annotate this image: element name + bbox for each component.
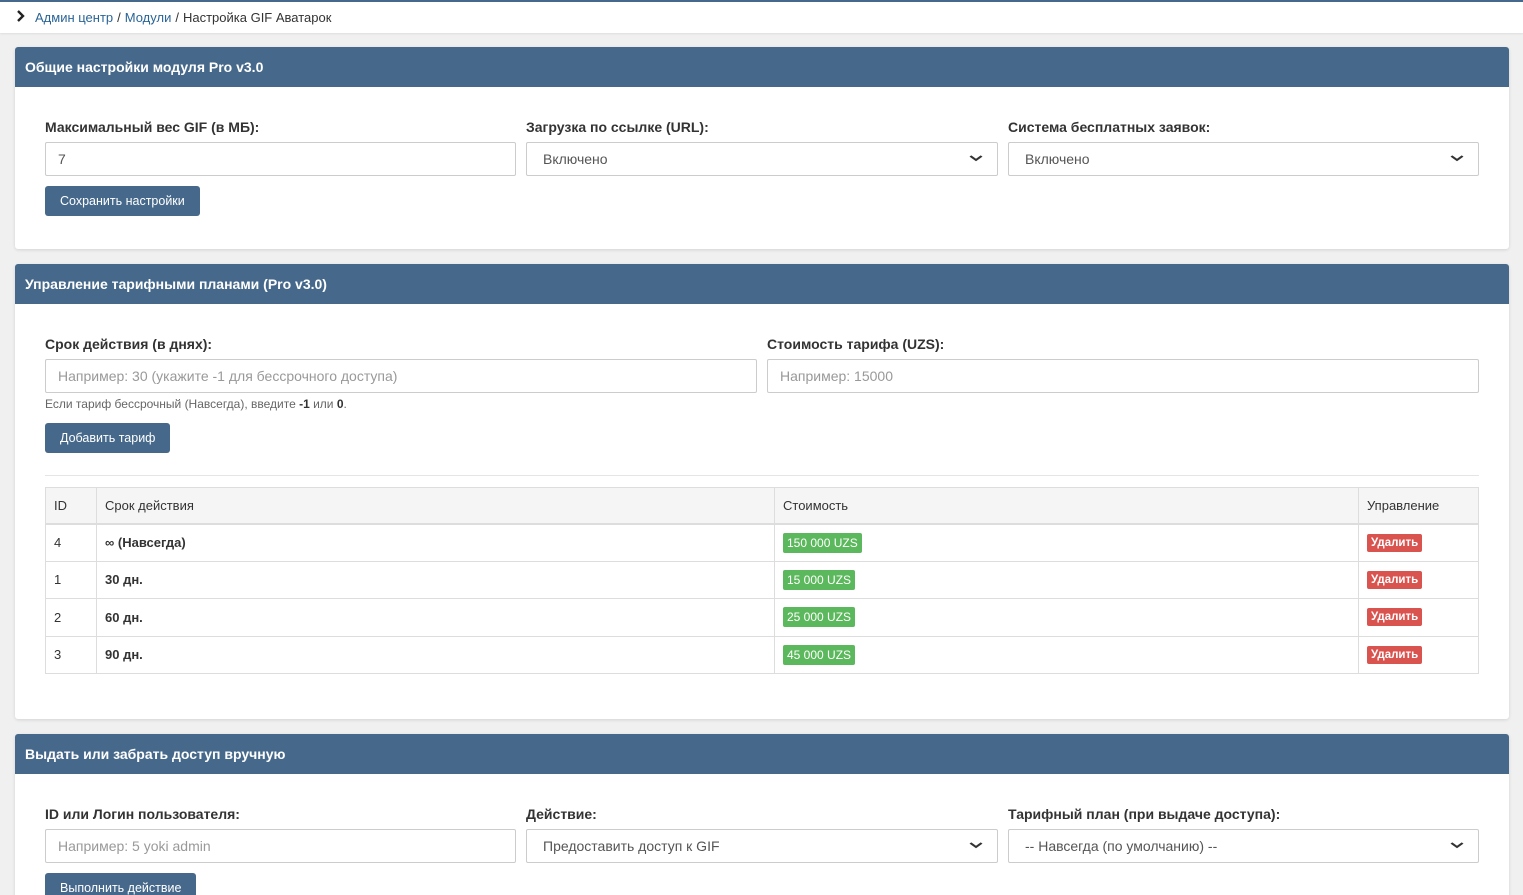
row-price-cell: 15 000 UZS (774, 560, 1359, 599)
table-row: 3 90 дн. 45 000 UZS Удалить (45, 635, 1479, 674)
row-actions-cell: Удалить (1358, 560, 1479, 599)
run-action-button[interactable]: Выполнить действие (45, 873, 197, 895)
select-value: Включено (543, 151, 608, 167)
price-badge: 15 000 UZS (783, 569, 856, 590)
plans-panel: Управление тарифными планами (Pro v3.0) … (15, 264, 1509, 719)
panel-title: Общие настройки модуля Pro v3.0 (15, 47, 1509, 87)
plan-label: Тарифный план (при выдаче доступа): (1008, 806, 1281, 822)
breadcrumb-separator: / (117, 10, 121, 25)
url-upload-select[interactable]: Включено (526, 142, 998, 176)
row-term: 90 дн. (96, 635, 775, 674)
delete-button[interactable]: Удалить (1367, 570, 1423, 589)
price-badge: 25 000 UZS (783, 607, 856, 628)
top-bar: Админ центр / Модули / Настройка GIF Ава… (0, 0, 1523, 33)
add-plan-button[interactable]: Добавить тариф (45, 423, 171, 453)
price-badge: 45 000 UZS (783, 644, 856, 665)
chevron-down-icon (1450, 153, 1464, 165)
select-value: -- Навсегда (по умолчанию) -- (1025, 838, 1218, 854)
table-row: 4 ∞ (Навсегда) 150 000 UZS Удалить (45, 523, 1479, 562)
duration-label: Срок действия (в днях): (45, 336, 213, 352)
user-label: ID или Логин пользователя: (45, 806, 240, 822)
divider (45, 475, 1479, 476)
chevron-right-icon (16, 10, 30, 25)
general-settings-panel: Общие настройки модуля Pro v3.0 Максимал… (15, 47, 1509, 249)
price-label: Стоимость тарифа (UZS): (767, 336, 945, 352)
row-term: 30 дн. (96, 560, 775, 599)
col-actions: Управление (1358, 487, 1479, 525)
row-price-cell: 150 000 UZS (774, 523, 1359, 562)
duration-hint: Если тариф бессрочный (Навсегда), введит… (45, 397, 347, 411)
select-value: Предоставить доступ к GIF (543, 838, 720, 854)
row-term: ∞ (Навсегда) (96, 523, 775, 562)
breadcrumb-separator: / (175, 10, 179, 25)
action-label: Действие: (526, 806, 597, 822)
row-id: 2 (45, 598, 97, 637)
plan-select[interactable]: -- Навсегда (по умолчанию) -- (1008, 829, 1479, 863)
max-size-input[interactable] (45, 142, 516, 176)
user-input[interactable] (45, 829, 516, 863)
panel-title: Выдать или забрать доступ вручную (15, 734, 1509, 774)
save-settings-button[interactable]: Сохранить настройки (45, 186, 200, 216)
col-term: Срок действия (96, 487, 775, 525)
plans-table: ID Срок действия Стоимость Управление 4 … (45, 487, 1479, 674)
row-actions-cell: Удалить (1358, 523, 1479, 562)
row-price-cell: 45 000 UZS (774, 635, 1359, 674)
breadcrumb-modules[interactable]: Модули (125, 10, 172, 25)
row-term: 60 дн. (96, 598, 775, 637)
manual-access-panel: Выдать или забрать доступ вручную ID или… (15, 734, 1509, 895)
row-id: 3 (45, 635, 97, 674)
table-row: 2 60 дн. 25 000 UZS Удалить (45, 598, 1479, 637)
panel-title: Управление тарифными планами (Pro v3.0) (15, 264, 1509, 304)
select-value: Включено (1025, 151, 1090, 167)
row-id: 1 (45, 560, 97, 599)
table-row: 1 30 дн. 15 000 UZS Удалить (45, 560, 1479, 599)
action-select[interactable]: Предоставить доступ к GIF (526, 829, 998, 863)
free-requests-label: Система бесплатных заявок: (1008, 119, 1211, 135)
delete-button[interactable]: Удалить (1367, 645, 1423, 664)
chevron-down-icon (969, 153, 983, 165)
url-upload-label: Загрузка по ссылке (URL): (526, 119, 709, 135)
free-requests-select[interactable]: Включено (1008, 142, 1479, 176)
row-id: 4 (45, 523, 97, 562)
breadcrumb-admin-center[interactable]: Админ центр (35, 10, 113, 25)
breadcrumb-current: Настройка GIF Аватарок (182, 10, 332, 25)
delete-button[interactable]: Удалить (1367, 608, 1423, 627)
duration-input[interactable] (45, 359, 757, 393)
table-header-row: ID Срок действия Стоимость Управление (45, 487, 1479, 525)
col-price: Стоимость (774, 487, 1359, 525)
col-id: ID (45, 487, 97, 525)
price-input[interactable] (767, 359, 1479, 393)
row-actions-cell: Удалить (1358, 635, 1479, 674)
chevron-down-icon (969, 840, 983, 852)
delete-button[interactable]: Удалить (1367, 533, 1423, 552)
max-size-label: Максимальный вес GIF (в МБ): (45, 119, 260, 135)
price-badge: 150 000 UZS (783, 532, 862, 553)
row-actions-cell: Удалить (1358, 598, 1479, 637)
breadcrumb: Админ центр / Модули / Настройка GIF Ава… (16, 10, 331, 25)
row-price-cell: 25 000 UZS (774, 598, 1359, 637)
chevron-down-icon (1450, 840, 1464, 852)
